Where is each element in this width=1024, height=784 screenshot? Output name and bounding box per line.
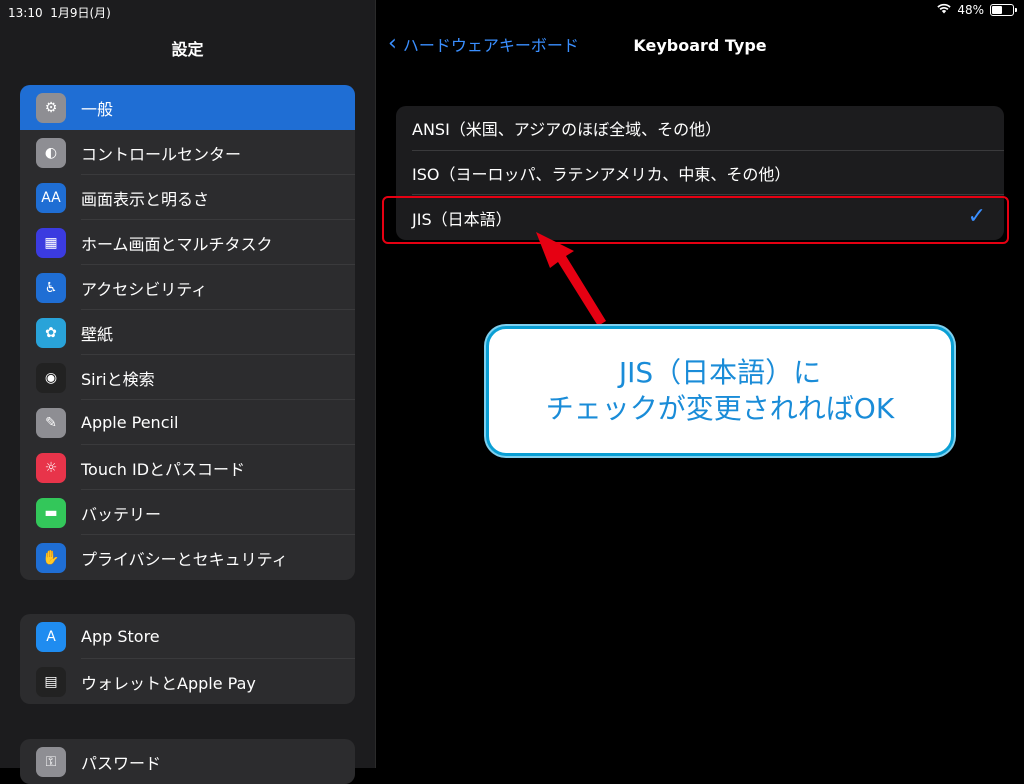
battery-percent: 48%	[957, 3, 984, 17]
battery-indicator-icon	[990, 4, 1017, 16]
callout-line-1: JIS（日本語）に	[618, 356, 822, 389]
status-bar: 13:10 1月9日(月) 48%	[0, 0, 1024, 22]
annotation-callout: JIS（日本語）に チェックが変更されればOK	[486, 326, 954, 456]
callout-line-2: チェックが変更されればOK	[545, 392, 895, 425]
status-right: 48%	[937, 3, 1017, 17]
wifi-icon	[937, 3, 952, 17]
status-time: 13:10 1月9日(月)	[8, 6, 111, 20]
